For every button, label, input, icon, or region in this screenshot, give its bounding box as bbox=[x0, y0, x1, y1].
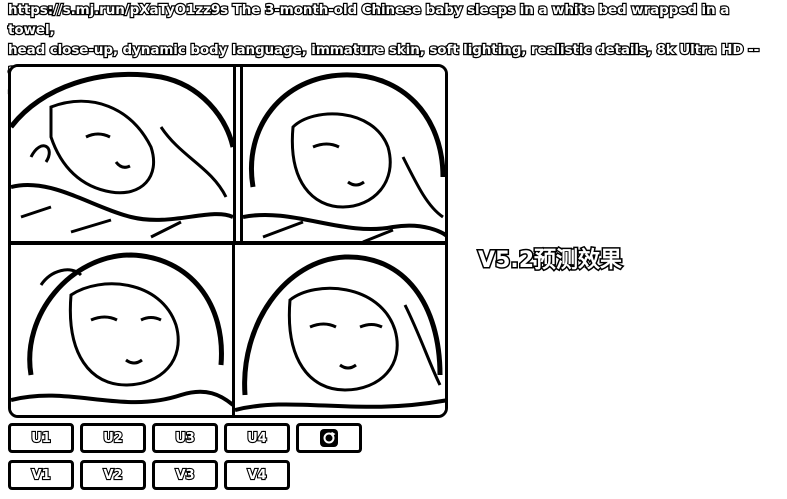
grid-image-3[interactable] bbox=[11, 245, 233, 415]
v4-button[interactable]: V4 bbox=[224, 460, 290, 490]
grid-image-4[interactable] bbox=[235, 245, 445, 415]
prompt-line-1: https://s.mj.run/pXaTyO1zz9s The 3-month… bbox=[7, 1, 731, 39]
grid-divider bbox=[233, 67, 243, 243]
u3-button[interactable]: U3 bbox=[152, 423, 218, 453]
u2-button[interactable]: U2 bbox=[80, 423, 146, 453]
grid-divider bbox=[11, 241, 445, 245]
v3-button[interactable]: V3 bbox=[152, 460, 218, 490]
sleeping-baby-illustration bbox=[11, 67, 233, 243]
caption-text: V5.2预测效果 bbox=[477, 247, 624, 275]
v2-button[interactable]: V2 bbox=[80, 460, 146, 490]
grid-image-1[interactable] bbox=[11, 67, 233, 243]
reroll-button[interactable] bbox=[296, 423, 362, 453]
v1-button[interactable]: V1 bbox=[8, 460, 74, 490]
u4-button[interactable]: U4 bbox=[224, 423, 290, 453]
sleeping-baby-illustration bbox=[235, 245, 445, 415]
grid-divider bbox=[232, 243, 235, 415]
u1-button[interactable]: U1 bbox=[8, 423, 74, 453]
sleeping-baby-illustration bbox=[243, 67, 445, 243]
reroll-icon bbox=[320, 429, 338, 447]
sleeping-baby-illustration bbox=[11, 245, 233, 415]
image-grid[interactable] bbox=[8, 64, 448, 418]
grid-image-2[interactable] bbox=[243, 67, 445, 243]
